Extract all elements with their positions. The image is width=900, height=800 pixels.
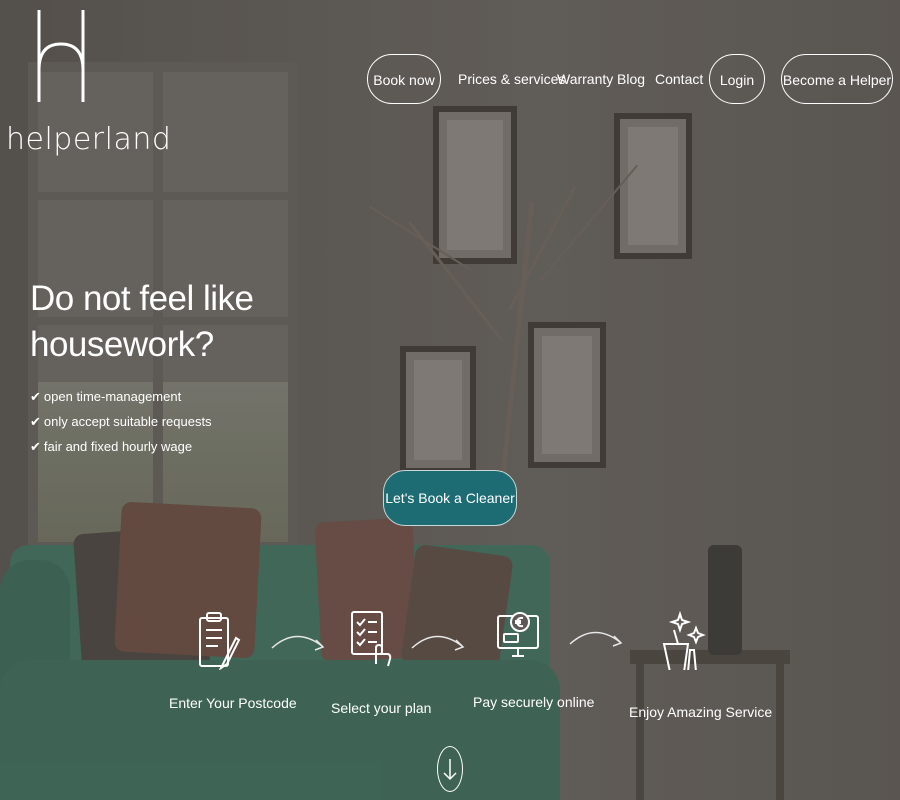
blog-link[interactable]: Blog bbox=[617, 54, 645, 104]
contact-link[interactable]: Contact bbox=[655, 54, 703, 104]
benefit-item: ✔ open time-management bbox=[30, 389, 182, 404]
step-label: Enter Your Postcode bbox=[169, 695, 297, 711]
become-helper-button[interactable]: Become a Helper bbox=[781, 54, 893, 104]
hero-title: Do not feel like housework? bbox=[30, 279, 254, 364]
helperland-logo[interactable]: helperland bbox=[6, 10, 171, 157]
monitor-euro-icon bbox=[497, 612, 539, 657]
check-icon: ✔ bbox=[30, 439, 41, 454]
book-cleaner-button[interactable]: Let's Book a Cleaner bbox=[383, 470, 517, 526]
curved-arrow-icon bbox=[411, 635, 465, 651]
curved-arrow-icon bbox=[271, 635, 325, 651]
check-icon: ✔ bbox=[30, 389, 41, 404]
arrow-down-icon bbox=[443, 759, 457, 781]
step-label: Enjoy Amazing Service bbox=[629, 704, 773, 720]
checklist-hand-icon bbox=[351, 611, 392, 667]
step-label: Pay securely online bbox=[473, 694, 595, 710]
cleaning-sparkle-icon bbox=[662, 610, 706, 670]
logo-h-icon bbox=[37, 10, 85, 102]
step-label: Select your plan bbox=[331, 700, 432, 716]
login-button[interactable]: Login bbox=[709, 54, 765, 104]
scroll-down-button[interactable] bbox=[437, 746, 463, 792]
main-navigation: Book now Prices & services Warranty Blog… bbox=[367, 54, 900, 104]
hero-benefits-list: ✔ open time-management ✔ only accept suita… bbox=[30, 384, 212, 459]
book-now-button[interactable]: Book now bbox=[367, 54, 441, 104]
benefit-item: ✔ only accept suitable requests bbox=[30, 414, 212, 429]
warranty-link[interactable]: Warranty bbox=[557, 54, 613, 104]
check-icon: ✔ bbox=[30, 414, 41, 429]
curved-arrow-icon bbox=[569, 631, 623, 647]
clipboard-pencil-icon bbox=[199, 612, 241, 670]
logo-text: helperland bbox=[6, 122, 172, 157]
prices-services-link[interactable]: Prices & services bbox=[458, 54, 565, 104]
benefit-item: ✔ fair and fixed hourly wage bbox=[30, 439, 193, 454]
